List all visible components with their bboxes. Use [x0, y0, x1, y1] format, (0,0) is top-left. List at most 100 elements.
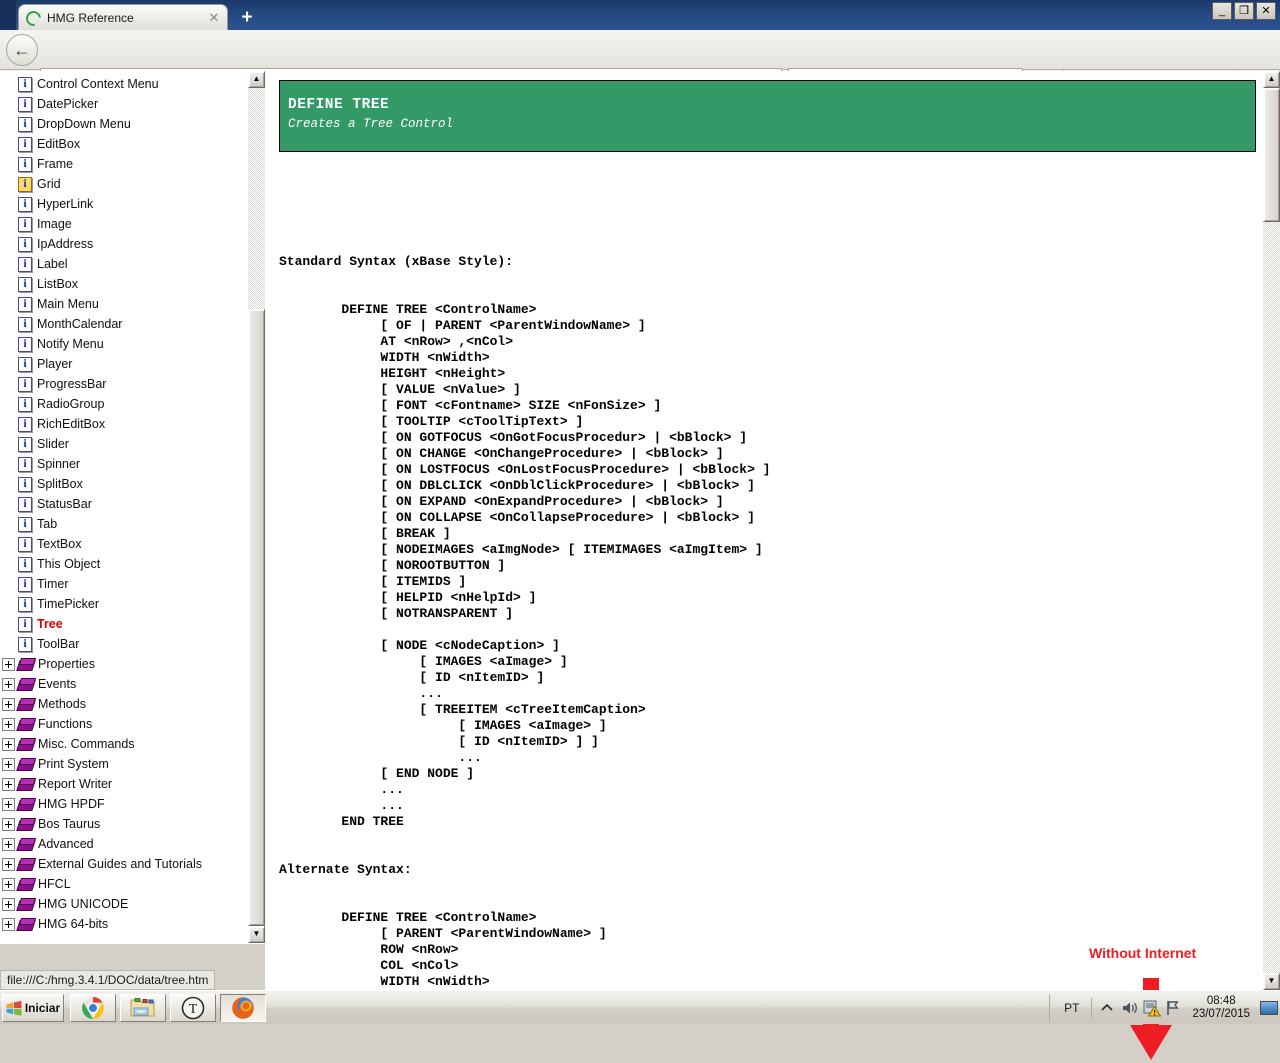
toc-item-listbox[interactable]: ListBox — [2, 274, 247, 294]
taskbar-button-t-app[interactable]: T — [170, 994, 216, 1022]
toc-item-progressbar[interactable]: ProgressBar — [2, 374, 247, 394]
close-button[interactable]: ✕ — [1256, 2, 1276, 20]
toc-item-hmg-unicode[interactable]: HMG UNICODE — [2, 894, 247, 914]
toc-item-methods[interactable]: Methods — [2, 694, 247, 714]
toc-item-label: DatePicker — [37, 97, 99, 111]
toc-item-editbox[interactable]: EditBox — [2, 134, 247, 154]
scroll-up-button[interactable]: ▲ — [248, 71, 265, 88]
book-icon — [18, 757, 33, 771]
toc-item-misc-commands[interactable]: Misc. Commands — [2, 734, 247, 754]
toc-item-slider[interactable]: Slider — [2, 434, 247, 454]
expand-plus-icon[interactable] — [2, 837, 15, 851]
toc-item-label: Grid — [37, 177, 61, 191]
expand-plus-icon[interactable] — [2, 697, 15, 711]
expand-plus-icon[interactable] — [2, 897, 15, 911]
language-indicator[interactable]: PT — [1056, 1001, 1087, 1015]
taskbar-button-chrome[interactable] — [70, 994, 116, 1022]
new-tab-button[interactable]: + — [236, 8, 258, 30]
expand-plus-icon[interactable] — [2, 797, 15, 811]
expand-plus-icon[interactable] — [2, 757, 15, 771]
expand-plus-icon[interactable] — [2, 677, 15, 691]
toc-item-toolbar[interactable]: ToolBar — [2, 634, 247, 654]
toc-item-hmg-64-bits[interactable]: HMG 64-bits — [2, 914, 247, 934]
toc-item-hyperlink[interactable]: HyperLink — [2, 194, 247, 214]
toc-item-main-menu[interactable]: Main Menu — [2, 294, 247, 314]
toc-item-frame[interactable]: Frame — [2, 154, 247, 174]
content-scrollbar[interactable]: ▲ ▼ — [1263, 71, 1280, 990]
toc-item-functions[interactable]: Functions — [2, 714, 247, 734]
action-center-flag-icon[interactable] — [1162, 997, 1184, 1019]
toc-item-label: Print System — [38, 757, 109, 771]
scrollbar-thumb[interactable] — [248, 309, 265, 926]
toc-item-tree[interactable]: Tree — [2, 614, 247, 634]
toc-item-splitbox[interactable]: SplitBox — [2, 474, 247, 494]
toc-item-datepicker[interactable]: DatePicker — [2, 94, 247, 114]
toc-item-properties[interactable]: Properties — [2, 654, 247, 674]
chrome-icon — [82, 997, 104, 1019]
close-icon[interactable]: ✕ — [207, 11, 221, 25]
toc-item-timepicker[interactable]: TimePicker — [2, 594, 247, 614]
doc-icon — [18, 316, 32, 332]
expand-plus-icon[interactable] — [2, 877, 15, 891]
toc-item-report-writer[interactable]: Report Writer — [2, 774, 247, 794]
toc-item-textbox[interactable]: TextBox — [2, 534, 247, 554]
sidebar-scrollbar[interactable]: ▲ ▼ — [248, 71, 265, 943]
toc-item-notify-menu[interactable]: Notify Menu — [2, 334, 247, 354]
toc-item-label: Advanced — [38, 837, 94, 851]
toc-item-ipaddress[interactable]: IpAddress — [2, 234, 247, 254]
show-desktop-button[interactable] — [1260, 1001, 1278, 1015]
toc-item-spinner[interactable]: Spinner — [2, 454, 247, 474]
toc-item-grid[interactable]: Grid — [2, 174, 247, 194]
restore-button[interactable]: ❐ — [1234, 2, 1254, 20]
taskbar-button-file-explorer[interactable] — [120, 994, 166, 1022]
expand-plus-icon[interactable] — [2, 657, 15, 671]
expand-plus-icon[interactable] — [2, 917, 15, 931]
toc-item-label: Bos Taurus — [38, 817, 101, 831]
scroll-down-button[interactable]: ▼ — [1263, 973, 1280, 990]
toc-item-player[interactable]: Player — [2, 354, 247, 374]
expand-plus-icon[interactable] — [2, 777, 15, 791]
clock[interactable]: 08:48 23/07/2015 — [1184, 995, 1258, 1021]
doc-icon — [18, 556, 32, 572]
start-button[interactable]: Iniciar — [2, 994, 64, 1022]
expand-plus-icon[interactable] — [2, 717, 15, 731]
minimize-button[interactable]: _ — [1212, 2, 1232, 20]
expand-plus-icon[interactable] — [2, 817, 15, 831]
toc-item-hfcl[interactable]: HFCL — [2, 874, 247, 894]
toc-item-external-guides-and-tutorials[interactable]: External Guides and Tutorials — [2, 854, 247, 874]
book-icon — [18, 717, 33, 731]
toc-item-print-system[interactable]: Print System — [2, 754, 247, 774]
doc-icon — [18, 116, 32, 132]
back-button[interactable]: ← — [6, 34, 38, 66]
browser-tab-hmg-reference[interactable]: HMG Reference ✕ — [18, 4, 228, 30]
volume-speaker-icon[interactable] — [1118, 997, 1140, 1019]
toc-item-bos-taurus[interactable]: Bos Taurus — [2, 814, 247, 834]
toc-item-image[interactable]: Image — [2, 214, 247, 234]
toc-item-label: Events — [38, 677, 77, 691]
scroll-up-button[interactable]: ▲ — [1263, 71, 1280, 88]
toc-item-timer[interactable]: Timer — [2, 574, 247, 594]
toc-item-hmg-hpdf[interactable]: HMG HPDF — [2, 794, 247, 814]
taskbar-button-firefox[interactable] — [220, 994, 266, 1022]
toc-item-label: ProgressBar — [37, 377, 107, 391]
toc-item-statusbar[interactable]: StatusBar — [2, 494, 247, 514]
frame-divider[interactable] — [265, 71, 275, 990]
toc-item-label: HMG 64-bits — [38, 917, 109, 931]
scroll-down-button[interactable]: ▼ — [248, 926, 265, 943]
toc-item-dropdown-menu[interactable]: DropDown Menu — [2, 114, 247, 134]
toc-item-this-object[interactable]: This Object — [2, 554, 247, 574]
toc-item-label[interactable]: Label — [2, 254, 247, 274]
toc-item-control-context-menu[interactable]: Control Context Menu — [2, 74, 247, 94]
show-hidden-icons-icon[interactable] — [1096, 997, 1118, 1019]
doc-icon — [18, 296, 32, 312]
scrollbar-thumb[interactable] — [1263, 88, 1280, 222]
toc-item-radiogroup[interactable]: RadioGroup — [2, 394, 247, 414]
toc-item-advanced[interactable]: Advanced — [2, 834, 247, 854]
toc-item-monthcalendar[interactable]: MonthCalendar — [2, 314, 247, 334]
expand-plus-icon[interactable] — [2, 737, 15, 751]
toc-item-richeditbox[interactable]: RichEditBox — [2, 414, 247, 434]
toc-item-events[interactable]: Events — [2, 674, 247, 694]
network-warning-icon[interactable] — [1140, 997, 1162, 1019]
toc-item-tab[interactable]: Tab — [2, 514, 247, 534]
expand-plus-icon[interactable] — [2, 857, 15, 871]
